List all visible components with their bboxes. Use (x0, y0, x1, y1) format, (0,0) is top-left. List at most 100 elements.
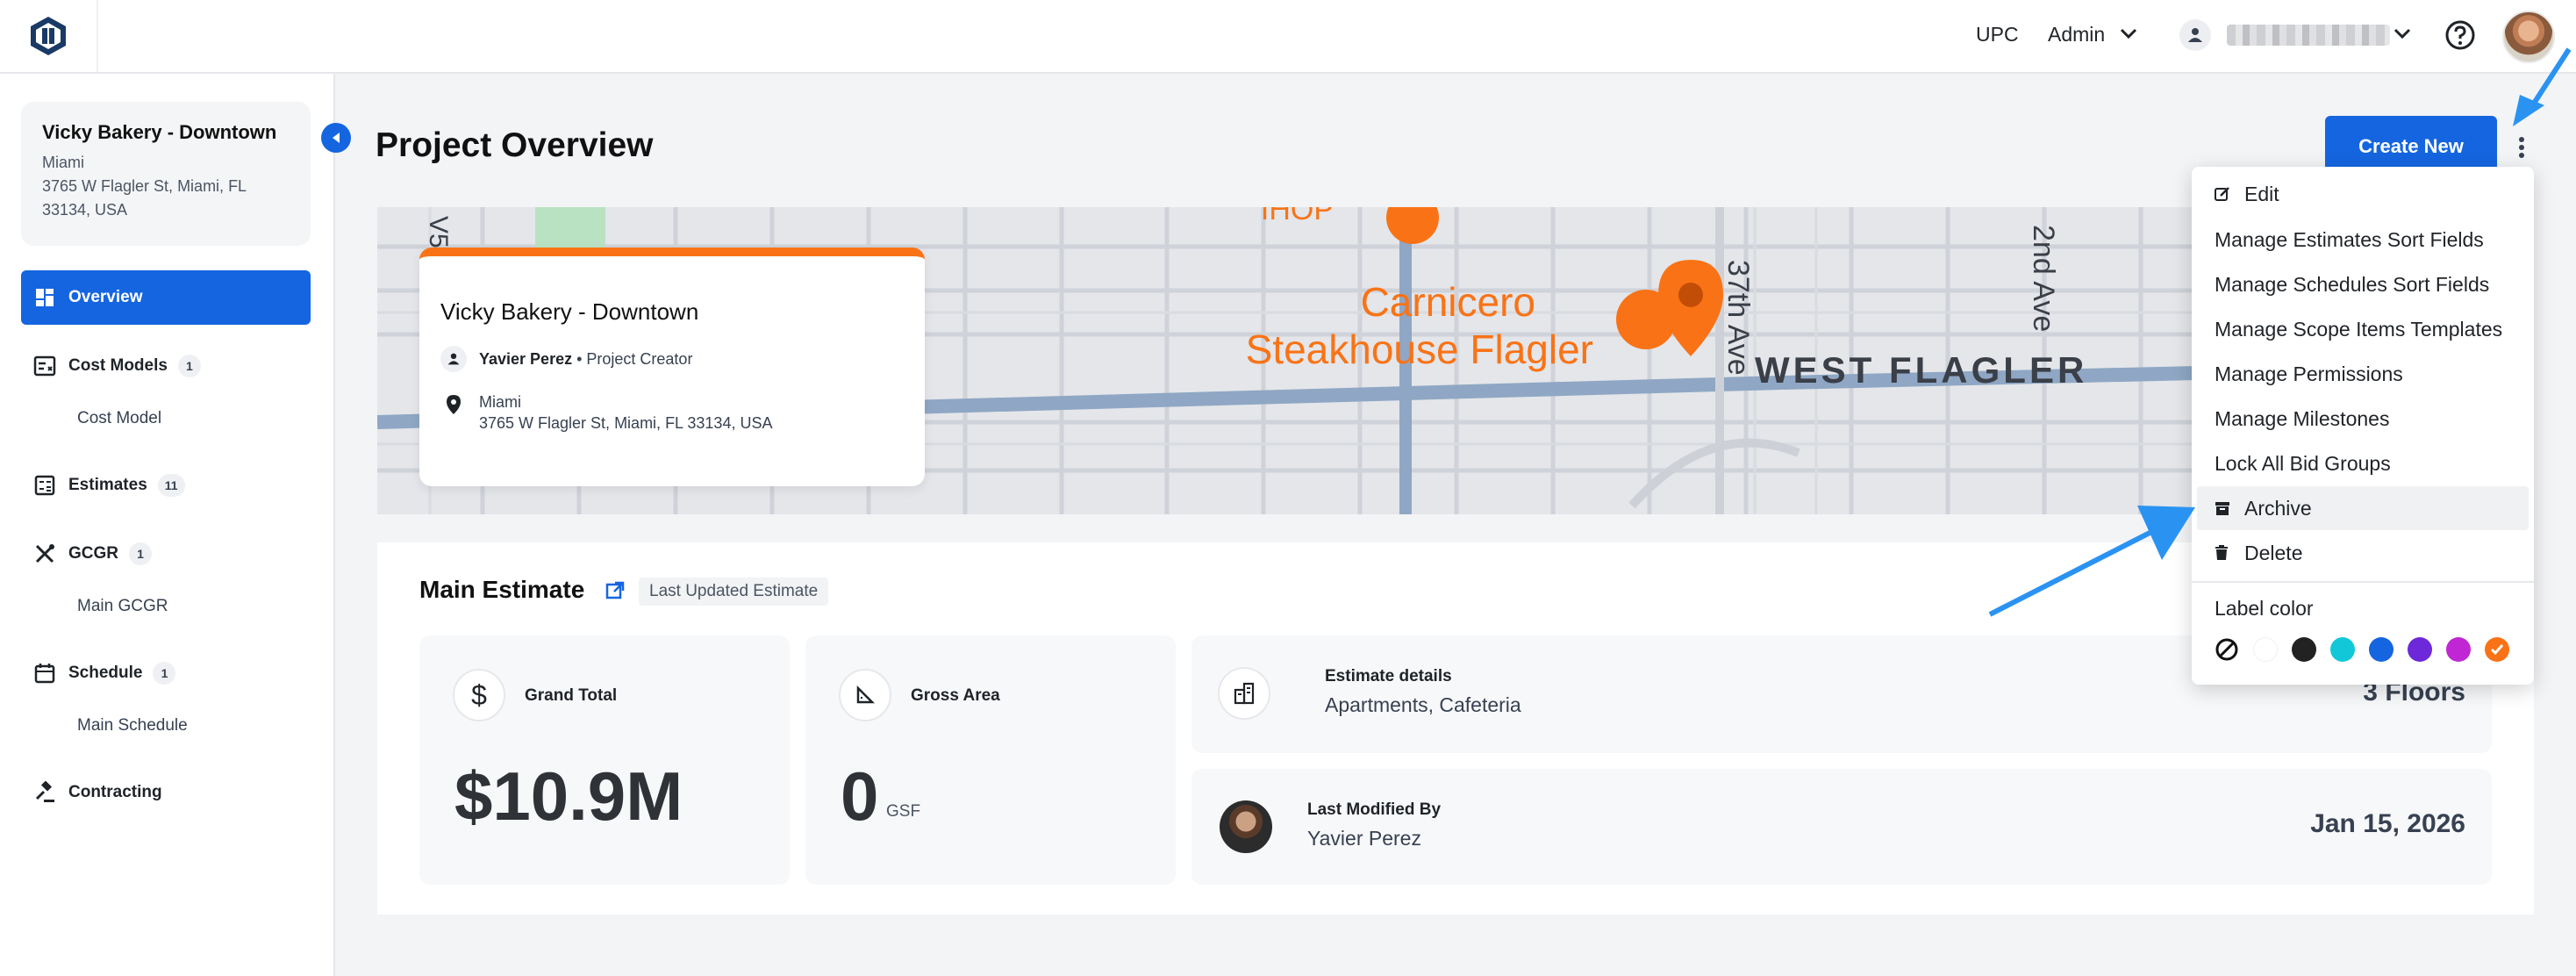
tools-icon (33, 542, 56, 565)
menu-item-lock-bid-groups[interactable]: Lock All Bid Groups (2197, 441, 2529, 485)
project-address: Miami 3765 W Flagler St, Miami, FL 33134… (42, 151, 290, 222)
chevron-down-icon[interactable] (2120, 28, 2137, 40)
last-modified-user: Yavier Perez (1307, 827, 1421, 850)
grand-total-card: $ Grand Total $10.9M (419, 635, 790, 885)
menu-item-label: Edit (2244, 182, 2279, 205)
sidebar-item-gcgr[interactable]: GCGR 1 (21, 527, 311, 581)
sidebar-item-overview[interactable]: Overview (21, 270, 311, 325)
map-label-carnicero: Carnicero (1361, 279, 1535, 325)
map-label-37th-ave: 37th Ave (1721, 260, 1755, 376)
menu-item-delete[interactable]: Delete (2197, 531, 2529, 575)
sidebar-item-contracting[interactable]: Contracting (21, 765, 311, 820)
color-swatch-white[interactable] (2253, 637, 2278, 662)
org-selector[interactable]: UPC (1976, 23, 2019, 47)
gavel-icon (33, 781, 56, 804)
person-icon (440, 346, 467, 372)
menu-item-archive[interactable]: Archive (2197, 486, 2529, 530)
sidebar: Vicky Bakery - Downtown Miami 3765 W Fla… (0, 74, 335, 976)
sidebar-item-label: Estimates (68, 476, 147, 494)
map-label-v5: V5 (424, 216, 453, 248)
project-name: Vicky Bakery - Downtown (42, 121, 277, 143)
gross-area-unit: GSF (886, 802, 921, 821)
last-modified-date: Jan 15, 2026 (2310, 809, 2465, 838)
count-badge: 11 (157, 474, 185, 497)
last-modified-label: Last Modified By (1307, 800, 1442, 819)
calculator-icon (33, 474, 56, 497)
trash-icon (2215, 545, 2232, 561)
color-swatch-none[interactable] (2215, 637, 2239, 662)
cost-model-icon (33, 355, 56, 377)
more-options-icon[interactable] (2511, 132, 2532, 163)
menu-item-manage-schedules-sort[interactable]: Manage Schedules Sort Fields (2197, 262, 2529, 306)
menu-item-edit[interactable]: Edit (2197, 172, 2529, 216)
sidebar-subitem-main-schedule[interactable]: Main Schedule (77, 716, 188, 736)
map-label-west-flagler: WEST FLAGLER (1755, 349, 2087, 391)
color-swatch-purple[interactable] (2408, 637, 2432, 662)
help-icon[interactable] (2444, 19, 2476, 51)
creator-name: Yavier Perez (479, 350, 573, 368)
project-address-line1: 3765 W Flagler St, Miami, FL (42, 177, 247, 195)
sidebar-item-label: Cost Models (68, 356, 168, 375)
more-options-menu: Edit Manage Estimates Sort Fields Manage… (2192, 167, 2534, 685)
count-badge: 1 (153, 662, 176, 685)
last-updated-tag: Last Updated Estimate (639, 578, 829, 606)
map-label-steakhouse: Steakhouse Flagler (1246, 327, 1593, 372)
main-estimate-title[interactable]: Main Estimate (419, 576, 584, 604)
map-label-ihop: IHOP (1261, 207, 1334, 226)
user-menu-chevron-icon[interactable] (2394, 28, 2411, 40)
sidebar-item-estimates[interactable]: Estimates 11 (21, 458, 311, 513)
map-label-2nd-ave: 2nd Ave (2027, 225, 2060, 332)
sidebar-item-schedule[interactable]: Schedule 1 (21, 646, 311, 700)
label-color-title: Label color (2215, 597, 2314, 620)
user-avatar[interactable] (2502, 11, 2555, 63)
project-creator-row: Yavier Perez • Project Creator (440, 346, 692, 372)
color-swatch-magenta[interactable] (2446, 637, 2471, 662)
project-location-row: Miami 3765 W Flagler St, Miami, FL 33134… (440, 391, 772, 434)
user-name-obscured[interactable] (2227, 25, 2390, 46)
project-city: Miami (42, 154, 84, 171)
menu-divider (2192, 581, 2534, 583)
menu-item-manage-milestones[interactable]: Manage Milestones (2197, 397, 2529, 441)
color-swatch-blue[interactable] (2369, 637, 2394, 662)
sidebar-subitem-cost-model[interactable]: Cost Model (77, 409, 161, 428)
calendar-icon (33, 662, 56, 685)
sidebar-subitem-main-gcgr[interactable]: Main GCGR (77, 597, 168, 616)
no-color-icon (2215, 638, 2238, 661)
menu-item-manage-scope-templates[interactable]: Manage Scope Items Templates (2197, 307, 2529, 351)
collapse-sidebar-button[interactable] (321, 123, 351, 153)
check-icon (2490, 644, 2504, 656)
dashboard-icon (33, 286, 56, 309)
dollar-icon: $ (453, 669, 505, 721)
map-card-city: Miami (479, 393, 521, 411)
creator-role: • Project Creator (572, 350, 693, 368)
menu-item-manage-estimates-sort[interactable]: Manage Estimates Sort Fields (2197, 218, 2529, 262)
grand-total-value: $10.9M (454, 757, 683, 835)
last-modified-card: Last Modified By Yavier Perez Jan 15, 20… (1191, 769, 2492, 885)
app-logo[interactable] (0, 0, 98, 72)
menu-item-manage-permissions[interactable]: Manage Permissions (2197, 352, 2529, 396)
gross-area-label: Gross Area (911, 686, 1000, 705)
external-link-icon[interactable] (605, 581, 625, 600)
page-title: Project Overview (376, 126, 654, 164)
top-bar: UPC Admin (0, 0, 2576, 74)
logo-icon (31, 17, 66, 55)
chevron-left-icon (333, 133, 340, 143)
estimate-details-label: Estimate details (1325, 667, 1452, 685)
user-icon (2179, 19, 2211, 51)
map-project-card: Vicky Bakery - Downtown Yavier Perez • P… (419, 248, 925, 486)
edit-icon (2215, 186, 2232, 202)
building-icon (1218, 667, 1270, 720)
role-selector[interactable]: Admin (2048, 23, 2105, 47)
sidebar-item-label: Overview (68, 288, 143, 306)
menu-item-label: Delete (2244, 541, 2303, 564)
color-swatch-black[interactable] (2292, 637, 2316, 662)
ruler-triangle-icon (839, 669, 891, 721)
color-swatch-cyan[interactable] (2330, 637, 2355, 662)
project-address-line2: 33134, USA (42, 201, 128, 219)
archive-icon (2215, 500, 2232, 516)
sidebar-item-label: Schedule (68, 664, 143, 682)
sidebar-item-label: Contracting (68, 783, 162, 801)
menu-item-label: Archive (2244, 496, 2312, 520)
sidebar-item-cost-models[interactable]: Cost Models 1 (21, 339, 311, 393)
color-swatch-orange-selected[interactable] (2485, 637, 2509, 662)
